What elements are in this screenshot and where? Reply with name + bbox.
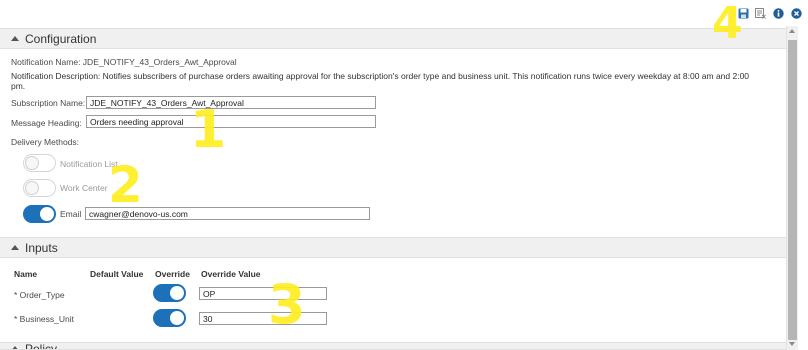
column-header-name: Name xyxy=(14,269,38,279)
business-unit-override-toggle[interactable] xyxy=(153,309,186,327)
input-row-name: * Order_Type xyxy=(14,290,65,300)
order-type-override-toggle[interactable] xyxy=(153,284,186,302)
annotation-number-4: 4 xyxy=(712,0,743,49)
close-icon[interactable] xyxy=(791,8,802,19)
toggle-knob xyxy=(25,156,39,170)
toggle-knob xyxy=(40,207,54,221)
notification-list-toggle[interactable] xyxy=(23,154,56,172)
collapse-arrow-icon[interactable] xyxy=(11,346,19,349)
inputs-section-header[interactable]: Inputs xyxy=(0,237,786,258)
subscription-name-input[interactable]: JDE_NOTIFY_43_Orders_Awt_Approval xyxy=(86,96,376,109)
message-heading-label: Message Heading: xyxy=(11,118,82,128)
column-header-default-value: Default Value xyxy=(90,269,144,279)
notification-description: Notification Description: Notifies subsc… xyxy=(11,71,771,91)
annotation-number-2: 2 xyxy=(108,156,143,214)
policy-section-header[interactable]: Policy xyxy=(0,342,786,350)
configuration-section-header[interactable]: Configuration xyxy=(0,28,786,49)
save-list-icon[interactable] xyxy=(755,8,766,19)
info-icon[interactable] xyxy=(773,8,784,19)
policy-title: Policy xyxy=(25,342,58,350)
notification-description-line1: Notification Description: Notifies subsc… xyxy=(11,71,750,81)
column-header-override-value: Override Value xyxy=(201,269,261,279)
inputs-title: Inputs xyxy=(25,241,58,255)
order-type-override-input[interactable]: OP xyxy=(199,287,327,300)
scroll-down-arrow-icon[interactable] xyxy=(789,342,795,346)
notification-name: Notification Name: JDE_NOTIFY_43_Orders_… xyxy=(11,57,237,67)
annotation-number-3: 3 xyxy=(268,273,306,336)
top-toolbar xyxy=(0,0,808,26)
toggle-knob xyxy=(170,286,184,300)
subscription-name-label: Subscription Name: xyxy=(11,98,86,108)
column-header-override: Override xyxy=(155,269,190,279)
work-center-label: Work Center xyxy=(60,183,108,193)
collapse-arrow-icon[interactable] xyxy=(11,36,19,41)
notification-description-line2: pm. xyxy=(11,81,26,91)
scroll-up-arrow-icon[interactable] xyxy=(789,29,795,33)
delivery-methods-label: Delivery Methods: xyxy=(11,137,80,147)
toggle-knob xyxy=(25,181,39,195)
email-toggle[interactable] xyxy=(23,205,56,223)
scrollbar-thumb[interactable] xyxy=(788,40,797,340)
collapse-arrow-icon[interactable] xyxy=(11,245,19,250)
email-label: Email xyxy=(60,209,82,219)
input-row-name: * Business_Unit xyxy=(14,314,75,324)
message-heading-input[interactable]: Orders needing approval xyxy=(86,115,376,128)
annotation-number-1: 1 xyxy=(190,100,227,160)
work-center-toggle[interactable] xyxy=(23,179,56,197)
business-unit-override-input[interactable]: 30 xyxy=(199,312,327,325)
toggle-knob xyxy=(170,311,184,325)
configuration-title: Configuration xyxy=(25,32,97,46)
